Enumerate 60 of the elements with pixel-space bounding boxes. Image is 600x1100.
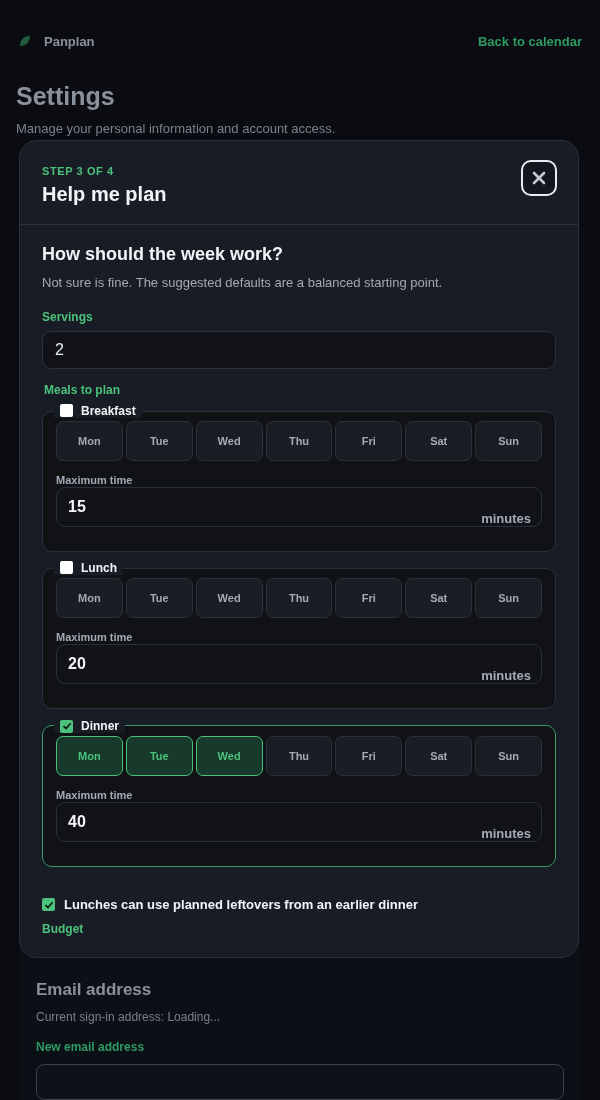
checkbox[interactable] [60,719,73,733]
day-toggle[interactable]: Wed [195,736,263,776]
intro-text: Not sure is fine. The suggested defaults are a balanced starting point. [42,275,444,290]
day-toggle[interactable]: Wed [195,578,263,618]
day-toggle[interactable]: Sat [405,421,473,461]
day-toggle[interactable]: Sun [475,421,542,461]
time-unit: minutes [481,826,531,841]
page-subtitle: Manage your personal information and account access. [16,121,337,136]
close-icon [532,171,546,185]
day-toggle[interactable]: Thu [265,736,333,776]
day-toggle[interactable]: Tue [125,736,193,776]
day-toggle[interactable]: Fri [335,578,403,618]
time-value: 20 [68,655,86,673]
checkbox[interactable] [60,561,73,574]
section-text: Current sign-in address: Loading... [36,1010,222,1024]
day-toggle[interactable]: Mon [56,736,123,776]
time-label: Maximum time [56,474,134,486]
email-field[interactable] [36,1064,564,1100]
leaf-icon [18,34,32,48]
time-value: 15 [68,498,86,516]
day-toggle[interactable]: Wed [195,421,263,461]
time-field[interactable]: 40 minutes [56,802,542,842]
time-unit: minutes [481,668,531,683]
day-toggle[interactable]: Fri [335,421,403,461]
day-toggle[interactable]: Sun [475,736,542,776]
day-toggle[interactable]: Sat [405,578,473,618]
question-heading: How should the week work? [42,244,285,265]
meals-label: Meals to plan [44,383,121,397]
day-toggle[interactable]: Thu [265,578,333,618]
time-unit: minutes [481,511,531,526]
time-label: Maximum time [56,631,134,643]
day-toggle[interactable]: Sun [475,578,542,618]
page-title: Settings [16,82,116,111]
field-label: New email address [36,1040,146,1054]
time-label: Maximum time [56,789,134,801]
day-toggle[interactable]: Thu [265,421,333,461]
budget-label: Budget [42,922,85,936]
day-toggle[interactable]: Tue [125,578,193,618]
time-field[interactable]: 20 minutes [56,644,542,684]
day-toggle[interactable]: Sat [405,736,473,776]
day-toggle[interactable]: Mon [56,578,123,618]
time-field[interactable]: 15 minutes [56,487,542,527]
back-link[interactable]: Back to calendar [477,33,582,49]
meal-name: Breakfast [81,403,136,418]
servings-label: Servings [42,310,94,324]
dialog-title: Help me plan [42,183,167,206]
section-title: Email address [36,980,153,1000]
day-toggle[interactable]: Fri [335,736,403,776]
checkbox[interactable] [60,404,73,417]
meal-name: Lunch [81,560,117,575]
brand-name: Panplan [44,33,95,49]
servings-field[interactable]: 2 [42,331,556,369]
day-toggle[interactable]: Tue [125,421,193,461]
leftovers-label: Lunches can use planned leftovers from an earlier dinner [64,897,418,912]
time-value: 40 [68,813,86,831]
step-label: STEP 3 OF 4 [42,165,115,177]
day-toggle[interactable]: Mon [56,421,123,461]
checkbox[interactable] [42,898,55,911]
meal-name: Dinner [81,719,119,733]
close-button[interactable] [521,160,557,196]
